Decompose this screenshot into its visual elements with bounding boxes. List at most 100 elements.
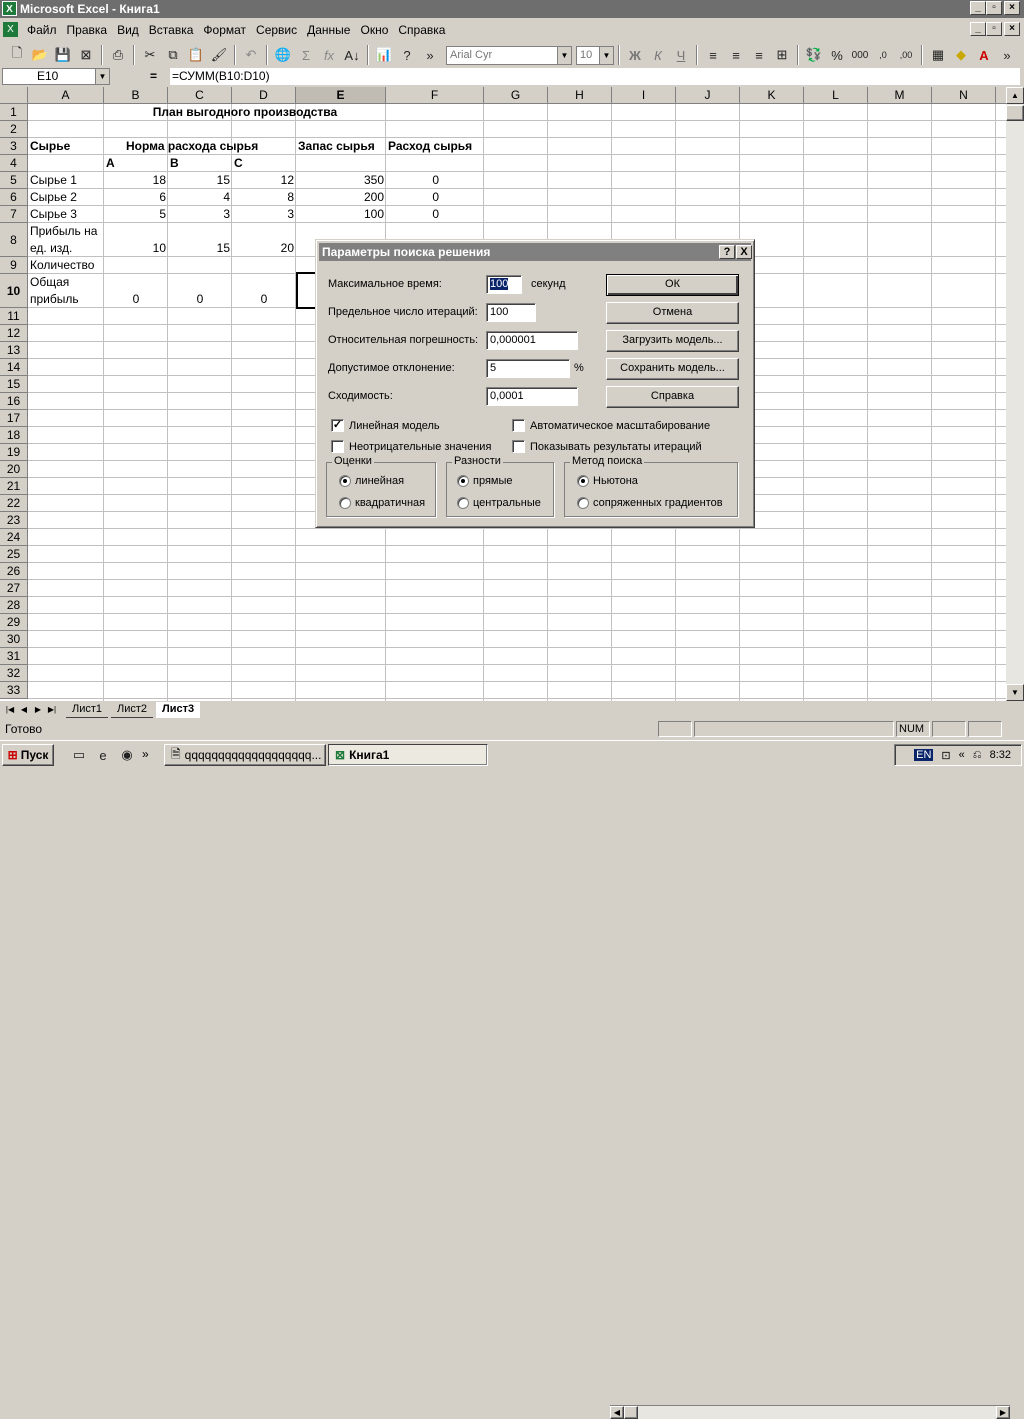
estimates-quadratic-label[interactable]: квадратичная <box>355 497 425 509</box>
cell-c4[interactable]: B <box>170 156 179 171</box>
col-header-m[interactable]: M <box>868 87 932 104</box>
wb-minimize-button[interactable]: _ <box>970 22 986 36</box>
menu-file[interactable]: Файл <box>22 23 62 37</box>
cell-c5[interactable]: 15 <box>168 173 230 188</box>
task-excel[interactable]: ⊠ Книга1 <box>328 744 488 766</box>
cell-a10-line2[interactable]: прибыль <box>30 292 79 307</box>
row-header-6[interactable]: 6 <box>0 189 28 206</box>
undo-icon[interactable]: ↶ <box>240 44 262 66</box>
search-conjugate-label[interactable]: сопряженных градиентов <box>593 497 723 509</box>
sheet-tab-1[interactable]: Лист1 <box>66 702 109 718</box>
merge-center-icon[interactable]: ⊞ <box>771 44 793 66</box>
font-color-icon[interactable]: A <box>973 44 995 66</box>
format-painter-icon[interactable]: 🖌 <box>208 44 230 66</box>
row-header-16[interactable]: 16 <box>0 393 28 410</box>
tray-usb-icon[interactable]: ⎌ <box>973 749 982 762</box>
italic-button[interactable]: К <box>647 44 669 66</box>
currency-icon[interactable]: 💱 <box>803 44 825 66</box>
sheet-tab-2[interactable]: Лист2 <box>111 702 154 718</box>
search-newton-radio[interactable] <box>577 475 589 487</box>
quicklaunch-more-icon[interactable]: » <box>142 747 149 761</box>
cell-a8-line1[interactable]: Прибыль на <box>30 224 97 239</box>
vertical-scrollbar[interactable]: ▲ ▼ <box>1006 87 1024 701</box>
align-center-icon[interactable]: ≡ <box>725 44 747 66</box>
row-header-33[interactable]: 33 <box>0 682 28 699</box>
row-header-8[interactable]: 8 <box>0 223 28 257</box>
row-header-7[interactable]: 7 <box>0 206 28 223</box>
cell-a3[interactable]: Сырье <box>30 139 70 154</box>
tray-app-icon[interactable]: ⊡ <box>941 749 950 762</box>
start-button[interactable]: ⊞ Пуск <box>2 744 54 766</box>
align-right-icon[interactable]: ≡ <box>748 44 770 66</box>
formula-input[interactable]: =СУММ(B10:D10) <box>170 68 1020 85</box>
row-header-21[interactable]: 21 <box>0 478 28 495</box>
function-icon[interactable]: fx <box>318 44 340 66</box>
precision-input[interactable]: 0,000001 <box>486 331 578 350</box>
menu-data[interactable]: Данные <box>302 23 355 37</box>
row-header-10[interactable]: 10 <box>0 274 28 308</box>
toolbar-more-icon[interactable]: » <box>996 44 1018 66</box>
fill-color-icon[interactable]: ◆ <box>950 44 972 66</box>
cell-a8-line2[interactable]: ед. изд. <box>30 241 72 256</box>
hyperlink-icon[interactable]: 🌐 <box>272 44 294 66</box>
auto-scale-label[interactable]: Автоматическое масштабирование <box>530 420 710 432</box>
cell-d4[interactable]: C <box>234 156 243 171</box>
sheet-tab-3[interactable]: Лист3 <box>156 702 201 718</box>
save-icon[interactable]: 💾 <box>52 44 74 66</box>
workbook-icon[interactable]: X <box>3 22 18 37</box>
row-header-20[interactable]: 20 <box>0 461 28 478</box>
help-icon[interactable]: ? <box>396 44 418 66</box>
cell-e6[interactable]: 200 <box>296 190 384 205</box>
col-header-b[interactable]: B <box>104 87 168 104</box>
cell-c10[interactable]: 0 <box>168 292 232 307</box>
next-sheet-icon[interactable]: ▶ <box>31 703 45 717</box>
percent-icon[interactable]: % <box>826 44 848 66</box>
show-desktop-icon[interactable]: ▭ <box>68 744 90 766</box>
cell-b7[interactable]: 5 <box>104 207 166 222</box>
cell-f7[interactable]: 0 <box>386 207 439 222</box>
row-header-3[interactable]: 3 <box>0 138 28 155</box>
maximize-button[interactable]: ▫ <box>986 1 1002 15</box>
row-header-32[interactable]: 32 <box>0 665 28 682</box>
estimates-linear-radio[interactable] <box>339 475 351 487</box>
show-iterations-checkbox[interactable] <box>512 440 525 453</box>
cell-a7[interactable]: Сырье 3 <box>30 207 77 222</box>
decrease-decimal-icon[interactable]: ,00 <box>895 44 917 66</box>
row-header-2[interactable]: 2 <box>0 121 28 138</box>
cell-e7[interactable]: 100 <box>296 207 384 222</box>
menu-format[interactable]: Формат <box>198 23 251 37</box>
row-header-5[interactable]: 5 <box>0 172 28 189</box>
chevron-down-icon[interactable]: ▼ <box>557 46 571 64</box>
dialog-help-button[interactable]: ? <box>719 245 735 259</box>
wb-restore-button[interactable]: ▫ <box>986 22 1002 36</box>
cell-b5[interactable]: 18 <box>104 173 166 188</box>
nonnegative-checkbox[interactable] <box>331 440 344 453</box>
save-model-button[interactable]: Сохранить модель... <box>606 358 739 380</box>
cell-c6[interactable]: 4 <box>168 190 230 205</box>
row-header-29[interactable]: 29 <box>0 614 28 631</box>
search-conjugate-radio[interactable] <box>577 497 589 509</box>
comma-style-icon[interactable]: 000 <box>849 44 871 66</box>
chevron-down-icon[interactable]: ▼ <box>599 46 613 64</box>
first-sheet-icon[interactable]: |◀ <box>3 703 17 717</box>
cell-a10-line1[interactable]: Общая <box>30 275 69 290</box>
select-all-corner[interactable] <box>0 87 28 104</box>
row-header-12[interactable]: 12 <box>0 325 28 342</box>
underline-button[interactable]: Ч <box>670 44 692 66</box>
scroll-up-icon[interactable]: ▲ <box>1006 87 1024 104</box>
estimates-linear-label[interactable]: линейная <box>355 475 404 487</box>
col-header-l[interactable]: L <box>804 87 868 104</box>
scroll-down-icon[interactable]: ▼ <box>1006 684 1024 701</box>
derivatives-central-label[interactable]: центральные <box>473 497 541 509</box>
bold-button[interactable]: Ж <box>624 44 646 66</box>
row-header-22[interactable]: 22 <box>0 495 28 512</box>
derivatives-forward-label[interactable]: прямые <box>473 475 513 487</box>
col-header-d[interactable]: D <box>232 87 296 104</box>
estimates-quadratic-radio[interactable] <box>339 497 351 509</box>
load-model-button[interactable]: Загрузить модель... <box>606 330 739 352</box>
cell-b4[interactable]: A <box>106 156 115 171</box>
help-button[interactable]: Справка <box>606 386 739 408</box>
col-header-g[interactable]: G <box>484 87 548 104</box>
col-header-c[interactable]: C <box>168 87 232 104</box>
name-box[interactable]: E10 ▼ <box>2 68 110 85</box>
